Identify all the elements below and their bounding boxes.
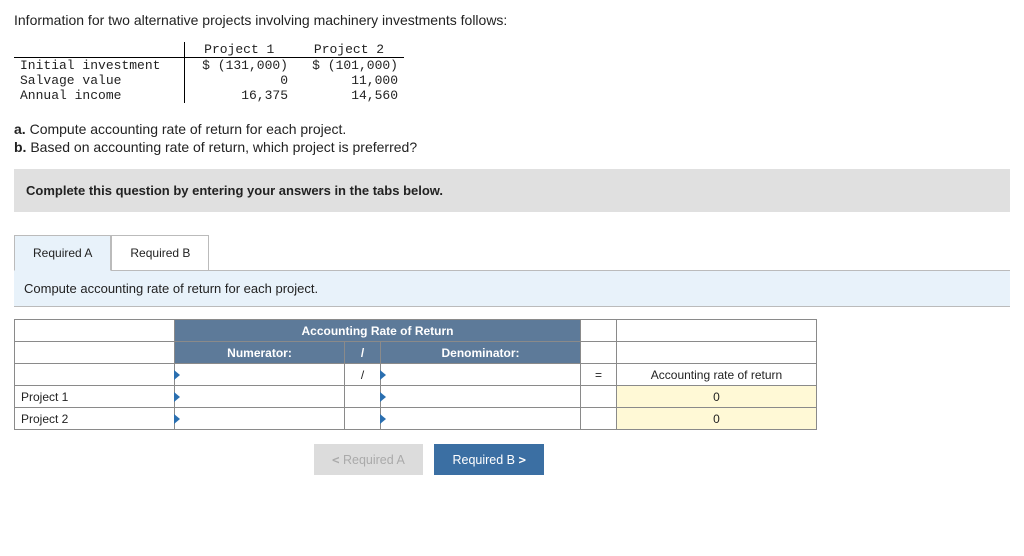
- col-header-p1: Project 1: [184, 42, 294, 58]
- row-label: Annual income: [14, 88, 184, 103]
- slash-header: /: [345, 342, 381, 364]
- col-header-p2: Project 2: [294, 42, 404, 58]
- blank: [345, 408, 381, 430]
- blank-corner: [15, 320, 175, 342]
- row-label-p1: Project 1: [15, 386, 175, 408]
- table-title: Accounting Rate of Return: [175, 320, 581, 342]
- row-label-p2: Project 2: [15, 408, 175, 430]
- blank: [345, 386, 381, 408]
- prev-label: Required A: [343, 453, 405, 467]
- slash: /: [345, 364, 381, 386]
- cell-p1: 0: [184, 73, 294, 88]
- given-data-table: Project 1 Project 2 Initial investment $…: [14, 42, 404, 103]
- denominator-select[interactable]: [381, 364, 581, 386]
- tab-required-b[interactable]: Required B: [111, 235, 209, 271]
- sub-instruction: Compute accounting rate of return for ea…: [14, 270, 1010, 307]
- chevron-left-icon: <: [332, 452, 340, 467]
- dropdown-icon: [174, 392, 180, 402]
- next-label: Required B: [452, 453, 515, 467]
- dropdown-icon: [380, 414, 386, 424]
- numerator-select[interactable]: [175, 364, 345, 386]
- denominator-input-p1[interactable]: [381, 386, 581, 408]
- row-label: Initial investment: [14, 58, 184, 74]
- blank: [581, 320, 617, 342]
- dropdown-icon: [174, 414, 180, 424]
- blank: [15, 342, 175, 364]
- cell-p2: 14,560: [294, 88, 404, 103]
- equals: =: [581, 364, 617, 386]
- result-p2: 0: [617, 408, 817, 430]
- numerator-input-p1[interactable]: [175, 386, 345, 408]
- result-p1: 0: [617, 386, 817, 408]
- result-header-label: Accounting rate of return: [617, 364, 817, 386]
- blank: [581, 386, 617, 408]
- denominator-header: Denominator:: [381, 342, 581, 364]
- dropdown-icon: [380, 370, 386, 380]
- nav-row: < Required A Required B >: [14, 444, 844, 475]
- dropdown-icon: [380, 392, 386, 402]
- tab-bar: Required A Required B: [14, 234, 1010, 270]
- answer-table: Accounting Rate of Return Numerator: / D…: [14, 319, 817, 430]
- cell-p1: 16,375: [184, 88, 294, 103]
- next-button[interactable]: Required B >: [434, 444, 544, 475]
- cell-p2: $ (101,000): [294, 58, 404, 74]
- numerator-header: Numerator:: [175, 342, 345, 364]
- dropdown-icon: [174, 370, 180, 380]
- chevron-right-icon: >: [519, 452, 527, 467]
- question-b: Based on accounting rate of return, whic…: [30, 139, 417, 155]
- tab-required-a[interactable]: Required A: [14, 235, 111, 271]
- intro-text: Information for two alternative projects…: [14, 12, 1010, 28]
- blank: [581, 342, 617, 364]
- cell-p2: 11,000: [294, 73, 404, 88]
- blank: [617, 320, 817, 342]
- question-a: Compute accounting rate of return for ea…: [30, 121, 347, 137]
- blank: [617, 342, 817, 364]
- prev-button: < Required A: [314, 444, 423, 475]
- row-label: Salvage value: [14, 73, 184, 88]
- blank: [15, 364, 175, 386]
- instruction-bar: Complete this question by entering your …: [14, 169, 1010, 212]
- question-list: a. Compute accounting rate of return for…: [14, 121, 1010, 155]
- blank: [581, 408, 617, 430]
- denominator-input-p2[interactable]: [381, 408, 581, 430]
- numerator-input-p2[interactable]: [175, 408, 345, 430]
- cell-p1: $ (131,000): [184, 58, 294, 74]
- blank-header: [14, 42, 184, 58]
